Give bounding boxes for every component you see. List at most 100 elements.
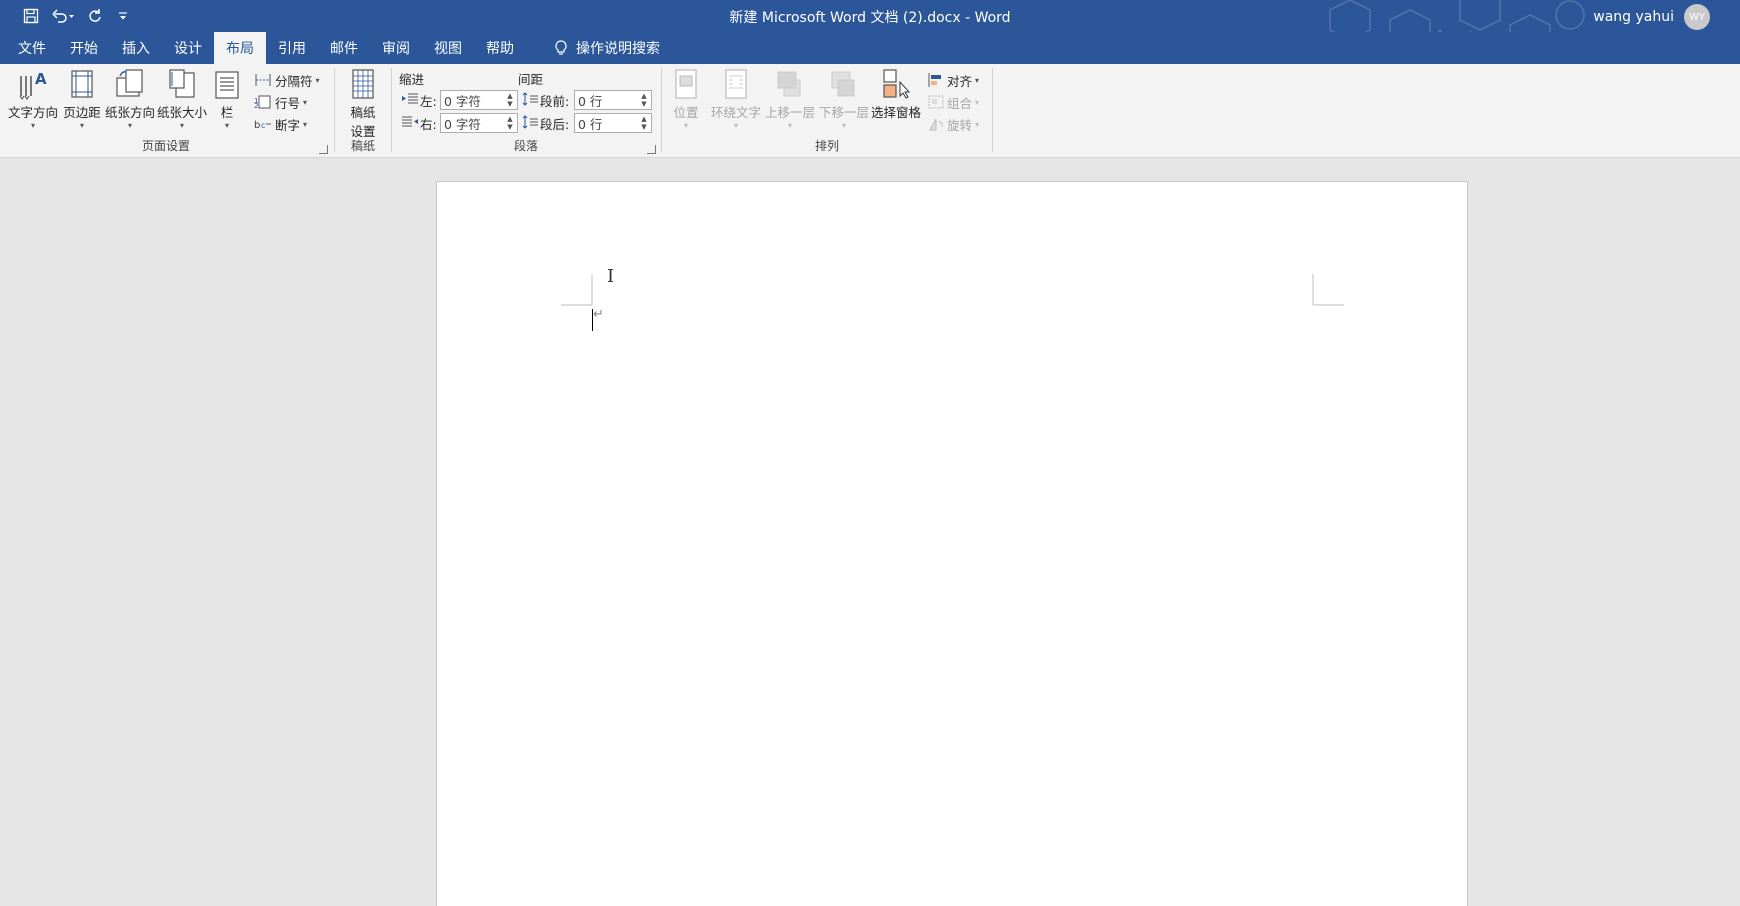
orientation-icon xyxy=(116,69,143,97)
indent-left-input[interactable] xyxy=(441,91,503,109)
indent-left-arrows[interactable]: ▲ ▼ xyxy=(503,91,517,109)
group-separator xyxy=(992,68,993,152)
paragraph-group-label: 段落 xyxy=(513,139,538,153)
indent-right-spinner[interactable]: ▲▼ xyxy=(440,113,518,133)
margins-icon xyxy=(71,70,93,98)
position-button[interactable]: 位置 ▾ xyxy=(668,68,704,130)
line-numbers-label: 行号 xyxy=(275,95,301,111)
crop-mark-top-left xyxy=(561,274,593,306)
breaks-label: 分隔符 xyxy=(275,73,313,89)
columns-label: 栏 xyxy=(220,105,234,120)
breaks-icon xyxy=(255,74,271,86)
tab-layout[interactable]: 布局 xyxy=(214,32,266,64)
bring-forward-button[interactable]: 上移一层 ▾ xyxy=(764,68,816,130)
spacing-before-icon xyxy=(522,92,538,106)
align-label: 对齐 xyxy=(947,73,973,89)
indent-left-spinner[interactable]: ▲▼ xyxy=(440,90,518,110)
paper-size-icon xyxy=(169,69,195,98)
account-area[interactable]: wang yahui WY xyxy=(1593,4,1710,30)
spacing-before-input[interactable] xyxy=(575,91,637,109)
indent-right-icon xyxy=(402,116,418,127)
position-label: 位置 xyxy=(673,105,699,120)
manuscript-group-label: 稿纸 xyxy=(350,139,375,153)
indent-left-label: 左: xyxy=(420,94,437,109)
document-workspace[interactable]: ↵ I xyxy=(0,159,1740,906)
tab-design[interactable]: 设计 xyxy=(162,32,214,64)
tab-review[interactable]: 审阅 xyxy=(370,32,422,64)
indent-heading: 缩进 xyxy=(399,72,425,87)
text-direction-icon: A xyxy=(19,70,47,100)
tab-file[interactable]: 文件 xyxy=(6,32,58,64)
selection-pane-label: 选择窗格 xyxy=(870,105,921,120)
tab-home[interactable]: 开始 xyxy=(58,32,110,64)
rotate-button[interactable]: 旋转 ▾ xyxy=(928,114,979,134)
spacing-after-input[interactable] xyxy=(575,114,637,132)
hyphenation-label: 断字 xyxy=(275,117,301,133)
svg-text:A: A xyxy=(35,70,47,88)
svg-text:b: b xyxy=(254,120,260,131)
wrap-text-label: 环绕文字 xyxy=(710,105,761,120)
spacing-before-arrows[interactable]: ▲ ▼ xyxy=(637,91,651,109)
manuscript-settings-button[interactable]: 稿纸 设置 xyxy=(340,68,386,140)
hyphenation-button[interactable]: bc 断字 ▾ xyxy=(254,114,307,134)
send-backward-button[interactable]: 下移一层 ▾ xyxy=(818,68,870,130)
bring-forward-label: 上移一层 xyxy=(764,105,815,120)
avatar[interactable]: WY xyxy=(1684,4,1710,30)
indent-right-arrows[interactable]: ▲ ▼ xyxy=(503,114,517,132)
spacing-before-spinner[interactable]: ▲▼ xyxy=(574,90,652,110)
line-numbers-button[interactable]: 12 行号 ▾ xyxy=(254,92,307,112)
position-icon xyxy=(675,69,697,99)
orientation-button[interactable]: 纸张方向 ▾ xyxy=(104,68,156,130)
align-button[interactable]: 对齐 ▾ xyxy=(928,70,979,90)
paragraph-group: 缩进 间距 左: ▲▼ 右: ▲▼ 段前: ▲▼ 段后: ▲▼ 段落 xyxy=(392,64,660,158)
paragraph-mark: ↵ xyxy=(593,307,604,322)
crop-mark-top-right xyxy=(1312,274,1344,306)
rotate-icon xyxy=(929,118,943,131)
wrap-text-button[interactable]: 环绕文字 ▾ xyxy=(710,68,762,130)
tab-mailings[interactable]: 邮件 xyxy=(318,32,370,64)
size-button[interactable]: 纸张大小 ▾ xyxy=(156,68,208,130)
send-backward-icon xyxy=(831,71,855,97)
tab-help[interactable]: 帮助 xyxy=(474,32,526,64)
margins-button[interactable]: 页边距 ▾ xyxy=(60,68,104,130)
tell-me-label: 操作说明搜索 xyxy=(576,41,660,57)
line-numbers-icon: 12 xyxy=(254,95,271,109)
indent-left-icon xyxy=(402,93,418,104)
tab-references[interactable]: 引用 xyxy=(266,32,318,64)
ribbon-tabs: 文件 开始 插入 设计 布局 引用 邮件 审阅 视图 帮助 操作说明搜索 xyxy=(0,32,1740,64)
group-separator xyxy=(334,68,335,152)
page-setup-dialog-launcher[interactable] xyxy=(319,145,328,154)
spacing-after-spinner[interactable]: ▲▼ xyxy=(574,113,652,133)
orientation-label: 纸张方向 xyxy=(104,105,155,120)
arrange-group-label: 排列 xyxy=(814,139,839,153)
text-direction-button[interactable]: A 文字方向 ▾ xyxy=(8,68,58,130)
bring-forward-icon xyxy=(777,71,801,97)
document-page[interactable]: ↵ I xyxy=(436,181,1468,906)
selection-pane-button[interactable]: 选择窗格 xyxy=(870,68,922,121)
paragraph-dialog-launcher[interactable] xyxy=(647,145,656,154)
indent-right-label: 右: xyxy=(420,117,437,132)
breaks-button[interactable]: 分隔符 ▾ xyxy=(254,70,320,90)
columns-button[interactable]: 栏 ▾ xyxy=(212,68,242,130)
group-label: 组合 xyxy=(947,95,973,111)
selection-pane-icon xyxy=(883,69,911,99)
tab-view[interactable]: 视图 xyxy=(422,32,474,64)
manuscript-label-line1: 稿纸 xyxy=(350,105,376,120)
svg-text:2: 2 xyxy=(254,102,258,109)
tab-insert[interactable]: 插入 xyxy=(110,32,162,64)
indent-right-input[interactable] xyxy=(441,114,503,132)
manuscript-group: 稿纸 设置 稿纸 xyxy=(336,64,390,158)
size-label: 纸张大小 xyxy=(156,105,207,120)
text-direction-label: 文字方向 xyxy=(8,105,59,120)
spacing-after-label: 段后: xyxy=(540,117,570,132)
align-icon xyxy=(928,73,941,87)
page-setup-group: A 文字方向 ▾ 页边距 ▾ 纸张方向 ▾ 纸张大小 ▾ 栏 ▾ 分隔符 ▾ 1… xyxy=(0,64,332,158)
group-icon xyxy=(928,95,944,109)
arrange-group: 位置 ▾ 环绕文字 ▾ 上移一层 ▾ 下移一层 ▾ 选择窗格 对齐 ▾ 组合 ▾… xyxy=(662,64,992,158)
spacing-after-arrows[interactable]: ▲ ▼ xyxy=(637,114,651,132)
wrap-text-icon xyxy=(725,69,747,99)
columns-icon xyxy=(215,71,239,99)
spacing-before-label: 段前: xyxy=(540,94,570,109)
group-button[interactable]: 组合 ▾ xyxy=(928,92,979,112)
tell-me-search[interactable]: 操作说明搜索 xyxy=(542,32,672,64)
